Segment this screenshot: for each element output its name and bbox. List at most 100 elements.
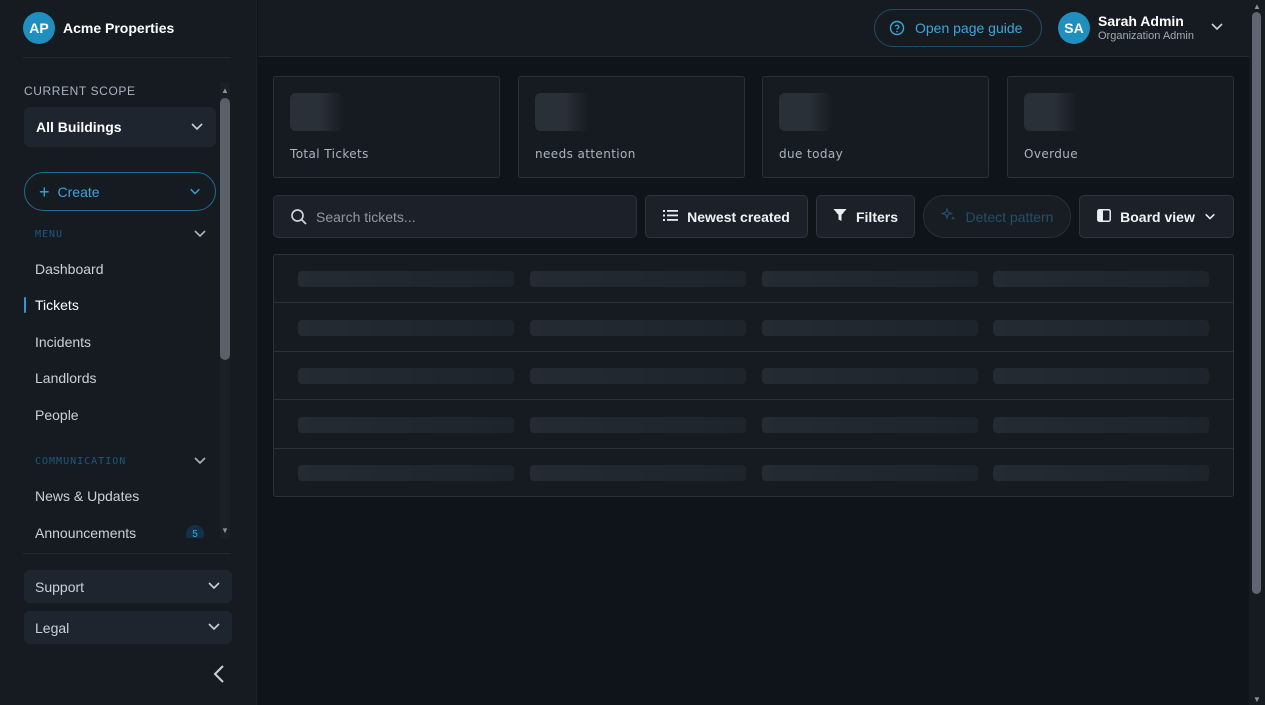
scroll-up-icon[interactable]: ▲ — [220, 84, 230, 96]
section-menu-toggle[interactable]: MENU — [35, 225, 207, 243]
loading-skeleton — [1024, 93, 1078, 131]
sort-label: Newest created — [687, 208, 790, 225]
scrollbar-thumb[interactable] — [220, 98, 230, 360]
loading-skeleton — [298, 416, 514, 433]
sort-button[interactable]: Newest created — [645, 195, 808, 238]
sidebar-scrollbar[interactable]: ▲ ▼ — [218, 82, 232, 538]
detect-pattern-button[interactable]: Detect pattern — [923, 195, 1071, 238]
search-placeholder: Search tickets... — [316, 208, 416, 225]
section-communication-toggle[interactable]: COMMUNICATION — [35, 452, 207, 470]
stat-label: Overdue — [1024, 147, 1079, 161]
brand-name: Acme Properties — [63, 20, 175, 36]
user-menu[interactable]: SA Sarah Admin Organization Admin — [1058, 12, 1224, 44]
stat-label: needs attention — [535, 147, 636, 161]
announcements-badge: 5 — [186, 525, 204, 538]
table-row[interactable] — [274, 449, 1233, 496]
loading-skeleton — [779, 93, 833, 131]
chevron-down-icon — [190, 119, 204, 136]
chevron-down-icon — [1204, 209, 1216, 225]
stat-card-overdue[interactable]: Overdue — [1007, 76, 1234, 178]
active-indicator — [24, 297, 26, 313]
table-row[interactable] — [274, 255, 1233, 303]
loading-skeleton — [530, 319, 746, 336]
plus-icon: + — [39, 181, 50, 202]
loading-skeleton — [530, 416, 746, 433]
sidebar-item-landlords[interactable]: Landlords — [35, 370, 97, 386]
support-menu[interactable]: Support — [24, 570, 232, 603]
legal-label: Legal — [35, 619, 70, 636]
loading-skeleton — [530, 368, 746, 385]
chevron-down-icon — [1210, 19, 1224, 38]
top-header: Open page guide SA Sarah Admin Organizat… — [258, 0, 1249, 57]
chevron-down-icon — [207, 619, 221, 636]
section-communication-label: COMMUNICATION — [35, 455, 127, 467]
chevron-down-icon — [189, 184, 201, 200]
sparkle-icon — [940, 207, 957, 226]
loading-skeleton — [298, 271, 514, 287]
scope-select[interactable]: All Buildings — [24, 107, 216, 147]
support-label: Support — [35, 578, 85, 595]
brand[interactable]: AP Acme Properties — [23, 12, 174, 44]
loading-skeleton — [530, 271, 746, 287]
stat-card-due-today[interactable]: due today — [762, 76, 989, 178]
loading-skeleton — [993, 465, 1209, 482]
tickets-table — [273, 254, 1234, 497]
loading-skeleton — [535, 93, 589, 131]
scope-value: All Buildings — [36, 119, 122, 135]
help-circle-icon — [889, 20, 905, 36]
scroll-up-icon[interactable]: ▲ — [1252, 1, 1262, 11]
sidebar-divider — [23, 57, 231, 58]
detect-pattern-label: Detect pattern — [965, 208, 1054, 225]
loading-skeleton — [762, 465, 978, 482]
create-label: Create — [57, 183, 100, 200]
legal-menu[interactable]: Legal — [24, 611, 232, 644]
sidebar-item-tickets[interactable]: Tickets — [35, 297, 79, 313]
board-view-button[interactable]: Board view — [1079, 195, 1234, 238]
sidebar-item-people[interactable]: People — [35, 407, 79, 423]
sidebar-nav: CURRENT SCOPE All Buildings + Create MEN… — [0, 72, 236, 538]
loading-skeleton — [762, 271, 978, 287]
board-view-label: Board view — [1120, 208, 1195, 225]
search-icon — [290, 208, 308, 226]
filters-button[interactable]: Filters — [816, 195, 915, 238]
sidebar-item-incidents[interactable]: Incidents — [35, 334, 91, 350]
filter-icon — [833, 208, 847, 225]
sidebar: AP Acme Properties CURRENT SCOPE All Bui… — [0, 0, 257, 705]
avatar: SA — [1058, 12, 1090, 44]
table-row[interactable] — [274, 304, 1233, 352]
sidebar-item-news[interactable]: News & Updates — [35, 488, 139, 504]
table-row[interactable] — [274, 352, 1233, 401]
loading-skeleton — [298, 368, 514, 385]
loading-skeleton — [298, 465, 514, 482]
loading-skeleton — [298, 319, 514, 336]
scope-label: CURRENT SCOPE — [24, 84, 136, 98]
scroll-down-icon[interactable]: ▼ — [1252, 694, 1262, 704]
collapse-sidebar-button[interactable] — [210, 664, 228, 684]
board-icon — [1097, 208, 1112, 225]
stat-card-needs-attention[interactable]: needs attention — [518, 76, 745, 178]
sidebar-item-announcements[interactable]: Announcements — [35, 525, 136, 538]
user-name: Sarah Admin — [1098, 13, 1184, 29]
open-page-guide-button[interactable]: Open page guide — [874, 9, 1042, 47]
search-input[interactable]: Search tickets... — [273, 195, 637, 238]
user-role: Organization Admin — [1098, 30, 1194, 42]
scroll-down-icon[interactable]: ▼ — [220, 524, 230, 536]
loading-skeleton — [993, 319, 1209, 336]
stat-label: Total Tickets — [290, 147, 369, 161]
loading-skeleton — [290, 93, 344, 131]
scrollbar-thumb[interactable] — [1252, 12, 1261, 594]
sidebar-item-dashboard[interactable]: Dashboard — [35, 261, 104, 277]
loading-skeleton — [993, 368, 1209, 385]
stat-card-total-tickets[interactable]: Total Tickets — [273, 76, 500, 178]
create-button[interactable]: + Create — [24, 172, 216, 211]
filters-label: Filters — [855, 208, 898, 225]
loading-skeleton — [993, 271, 1209, 287]
loading-skeleton — [762, 319, 978, 336]
page-scrollbar[interactable]: ▲ ▼ — [1249, 0, 1265, 705]
loading-skeleton — [530, 465, 746, 482]
sidebar-divider — [23, 553, 231, 554]
chevron-down-icon — [193, 226, 207, 243]
table-row[interactable] — [274, 401, 1233, 449]
stat-label: due today — [779, 147, 844, 161]
chevron-left-icon — [213, 665, 224, 683]
